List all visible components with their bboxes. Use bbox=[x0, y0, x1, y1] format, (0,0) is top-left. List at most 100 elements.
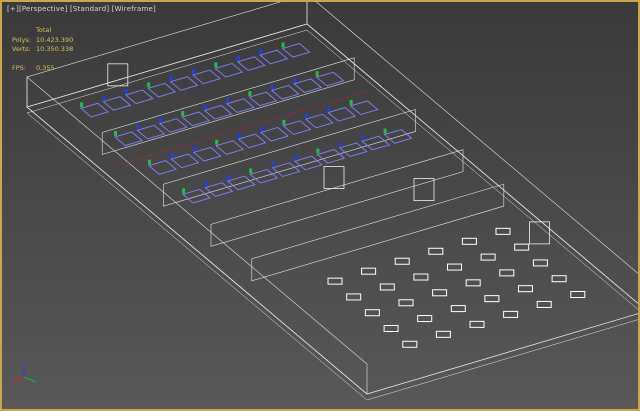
equipment-block bbox=[237, 133, 241, 139]
verts-value: 10.350.338 bbox=[36, 45, 74, 53]
workbench bbox=[346, 293, 362, 301]
machine-station bbox=[102, 96, 132, 111]
machine-station bbox=[248, 91, 278, 107]
equipment-block bbox=[226, 97, 229, 103]
workbench bbox=[551, 275, 567, 283]
equipment-block bbox=[181, 111, 185, 117]
equipment-block bbox=[327, 106, 331, 112]
machine-station bbox=[237, 133, 267, 149]
workbench bbox=[465, 279, 481, 287]
machine-station bbox=[236, 56, 266, 71]
workbench bbox=[480, 253, 496, 261]
workbench bbox=[570, 290, 586, 298]
equipment-block bbox=[383, 128, 387, 134]
workbench bbox=[499, 269, 515, 277]
machine-station bbox=[226, 98, 255, 113]
workbench bbox=[450, 305, 466, 313]
workbench bbox=[435, 330, 451, 338]
equipment-block bbox=[270, 84, 274, 90]
viewport-plus-menu[interactable]: [+] bbox=[7, 5, 19, 13]
equipment-block bbox=[182, 188, 185, 194]
outer-wall bbox=[306, 2, 638, 304]
machine-station bbox=[282, 120, 312, 135]
machine-station bbox=[315, 71, 345, 87]
partition-wall bbox=[251, 183, 505, 282]
workbench bbox=[532, 259, 548, 267]
floor-outline bbox=[26, 23, 638, 395]
workbench bbox=[536, 300, 552, 308]
y-axis-icon bbox=[23, 376, 37, 383]
perspective-viewport[interactable]: [+][Perspective] [Standard] [Wireframe] … bbox=[0, 0, 640, 411]
machine-station bbox=[349, 100, 379, 116]
partition-wall bbox=[210, 149, 464, 247]
machine-station bbox=[304, 113, 334, 129]
machine-station bbox=[181, 111, 211, 127]
machine-station bbox=[215, 140, 245, 155]
workbench bbox=[447, 263, 462, 271]
equipment-block bbox=[203, 104, 207, 110]
equipment-block bbox=[338, 141, 342, 147]
machine-station bbox=[136, 124, 166, 140]
machine-station bbox=[259, 49, 289, 65]
workbench bbox=[417, 315, 433, 323]
machine-station bbox=[260, 126, 289, 142]
verts-label: Verts: bbox=[12, 45, 31, 53]
machine-station bbox=[170, 153, 200, 169]
equipment-block bbox=[215, 139, 219, 145]
viewport-pov-menu[interactable]: [Perspective] bbox=[19, 5, 68, 13]
workbench bbox=[398, 299, 414, 307]
workbench bbox=[327, 277, 343, 285]
statistics-overlay: Total Polys: 10.423.390 Verts: 10.350.338 … bbox=[12, 26, 73, 73]
workbench bbox=[469, 320, 485, 328]
viewport-label-menu[interactable]: [+][Perspective] [Standard] [Wireframe] bbox=[7, 5, 156, 13]
equipment-block bbox=[349, 99, 353, 105]
equipment-block bbox=[170, 153, 174, 159]
workbench bbox=[461, 237, 477, 245]
machine-station bbox=[158, 118, 188, 133]
workbench bbox=[518, 285, 533, 293]
equipment-block bbox=[169, 75, 173, 81]
equipment-block bbox=[226, 175, 230, 181]
equipment-block bbox=[236, 55, 240, 61]
viewport-display-mode-menu[interactable]: [Wireframe] bbox=[112, 5, 156, 13]
machine-station bbox=[192, 69, 221, 85]
equipment-block bbox=[214, 62, 218, 68]
workbench bbox=[503, 310, 519, 318]
workbench bbox=[495, 227, 511, 235]
machine-station bbox=[169, 76, 199, 91]
machine-station bbox=[281, 43, 311, 58]
equipment-block bbox=[192, 69, 195, 75]
wireframe-scene[interactable] bbox=[2, 2, 638, 409]
equipment-block bbox=[282, 119, 286, 125]
machine-station bbox=[124, 89, 154, 105]
machine-station bbox=[148, 160, 177, 175]
polys-value: 10.423.390 bbox=[36, 35, 74, 44]
equipment-block bbox=[192, 146, 196, 152]
equipment-block bbox=[281, 42, 285, 48]
equipment-block bbox=[294, 155, 297, 161]
machine-station bbox=[80, 102, 109, 118]
robot-cell bbox=[529, 221, 550, 245]
machine-station bbox=[293, 78, 323, 93]
equipment-block bbox=[204, 181, 208, 187]
polys-label: Polys: bbox=[12, 35, 31, 44]
machine-station bbox=[147, 82, 177, 98]
equipment-block bbox=[248, 91, 252, 97]
workbench bbox=[402, 340, 418, 348]
equipment-block bbox=[249, 168, 253, 174]
stats-header: Total bbox=[36, 26, 52, 34]
equipment-block bbox=[271, 161, 275, 167]
workbench bbox=[484, 295, 500, 303]
equipment-block bbox=[260, 126, 263, 132]
equipment-block bbox=[102, 95, 106, 101]
workbench bbox=[428, 247, 444, 255]
machine-station bbox=[327, 107, 357, 122]
viewport-shading-standard-menu[interactable]: [Standard] bbox=[70, 5, 109, 13]
workbench bbox=[432, 289, 448, 297]
equipment-block bbox=[148, 159, 151, 165]
equipment-block bbox=[316, 148, 320, 154]
machine-station bbox=[192, 146, 222, 162]
equipment-block bbox=[124, 88, 128, 94]
equipment-block bbox=[136, 124, 140, 130]
workbench bbox=[364, 309, 380, 317]
